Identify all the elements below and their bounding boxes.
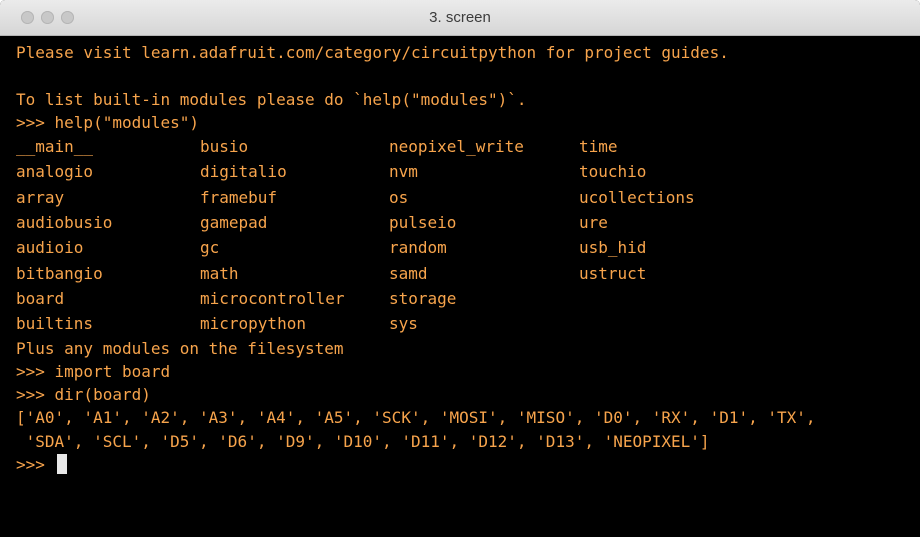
- module-name: bitbangio: [16, 263, 103, 283]
- module-name: math: [200, 263, 239, 283]
- module-name: gamepad: [200, 213, 268, 233]
- command-line-import: >>> import board: [16, 361, 171, 381]
- modules-row: analogio digitalio nvm touchio: [16, 159, 916, 184]
- output-line-visit: Please visit learn.adafruit.com/category…: [16, 43, 729, 62]
- module-name: nvm: [389, 162, 418, 182]
- modules-row: audiobusio gamepad pulseio ure: [16, 210, 916, 235]
- module-name: storage: [389, 288, 457, 308]
- modules-row: bitbangio math samd ustruct: [16, 261, 916, 286]
- module-name: framebuf: [200, 187, 278, 207]
- modules-row: builtins micropython sys: [16, 311, 916, 336]
- window-title: 3. screen: [429, 9, 491, 26]
- module-name: random: [389, 238, 447, 258]
- output-line-pins-2: 'SDA', 'SCL', 'D5', 'D6', 'D9', 'D10', '…: [16, 431, 710, 451]
- modules-row: board microcontroller storage: [16, 286, 916, 311]
- modules-row: array framebuf os ucollections: [16, 185, 916, 210]
- module-name: builtins: [16, 314, 94, 334]
- module-name: digitalio: [200, 162, 287, 182]
- command-line-dir: >>> dir(board): [16, 385, 151, 405]
- module-name: ure: [579, 213, 608, 233]
- module-name: time: [579, 137, 618, 157]
- module-name: board: [16, 288, 65, 308]
- module-name: os: [389, 187, 409, 207]
- module-name: usb_hid: [579, 238, 647, 258]
- terminal-window: 3. screen Please visit learn.adafruit.co…: [0, 0, 920, 537]
- prompt-line[interactable]: >>>: [16, 453, 916, 476]
- output-line-plus: Plus any modules on the filesystem: [16, 338, 344, 358]
- module-name: audiobusio: [16, 213, 113, 233]
- command-line-help: >>> help("modules"): [16, 112, 200, 132]
- module-name: pulseio: [389, 213, 457, 233]
- modules-row: audioio gc random usb_hid: [16, 235, 916, 260]
- modules-row: __main__ busio neopixel_write time: [16, 134, 916, 159]
- output-line-list-modules: To list built-in modules please do `help…: [16, 89, 527, 109]
- module-name: samd: [389, 263, 428, 283]
- module-name: microcontroller: [200, 288, 345, 308]
- module-name: ucollections: [579, 187, 695, 207]
- output-line-pins-1: ['A0', 'A1', 'A2', 'A3', 'A4', 'A5', 'SC…: [16, 408, 816, 428]
- title-bar[interactable]: 3. screen: [0, 0, 920, 36]
- module-name: analogio: [16, 162, 94, 182]
- module-name: sys: [389, 314, 418, 334]
- module-name: neopixel_write: [389, 137, 524, 157]
- module-name: array: [16, 187, 65, 207]
- module-name: busio: [200, 137, 249, 157]
- module-name: gc: [200, 238, 220, 258]
- module-name: audioio: [16, 238, 84, 258]
- terminal-output[interactable]: Please visit learn.adafruit.com/category…: [16, 41, 916, 476]
- module-name: touchio: [579, 162, 647, 182]
- module-name: __main__: [16, 137, 94, 157]
- module-name: ustruct: [579, 263, 647, 283]
- modules-table: __main__ busio neopixel_write time analo…: [16, 134, 916, 336]
- module-name: micropython: [200, 314, 306, 334]
